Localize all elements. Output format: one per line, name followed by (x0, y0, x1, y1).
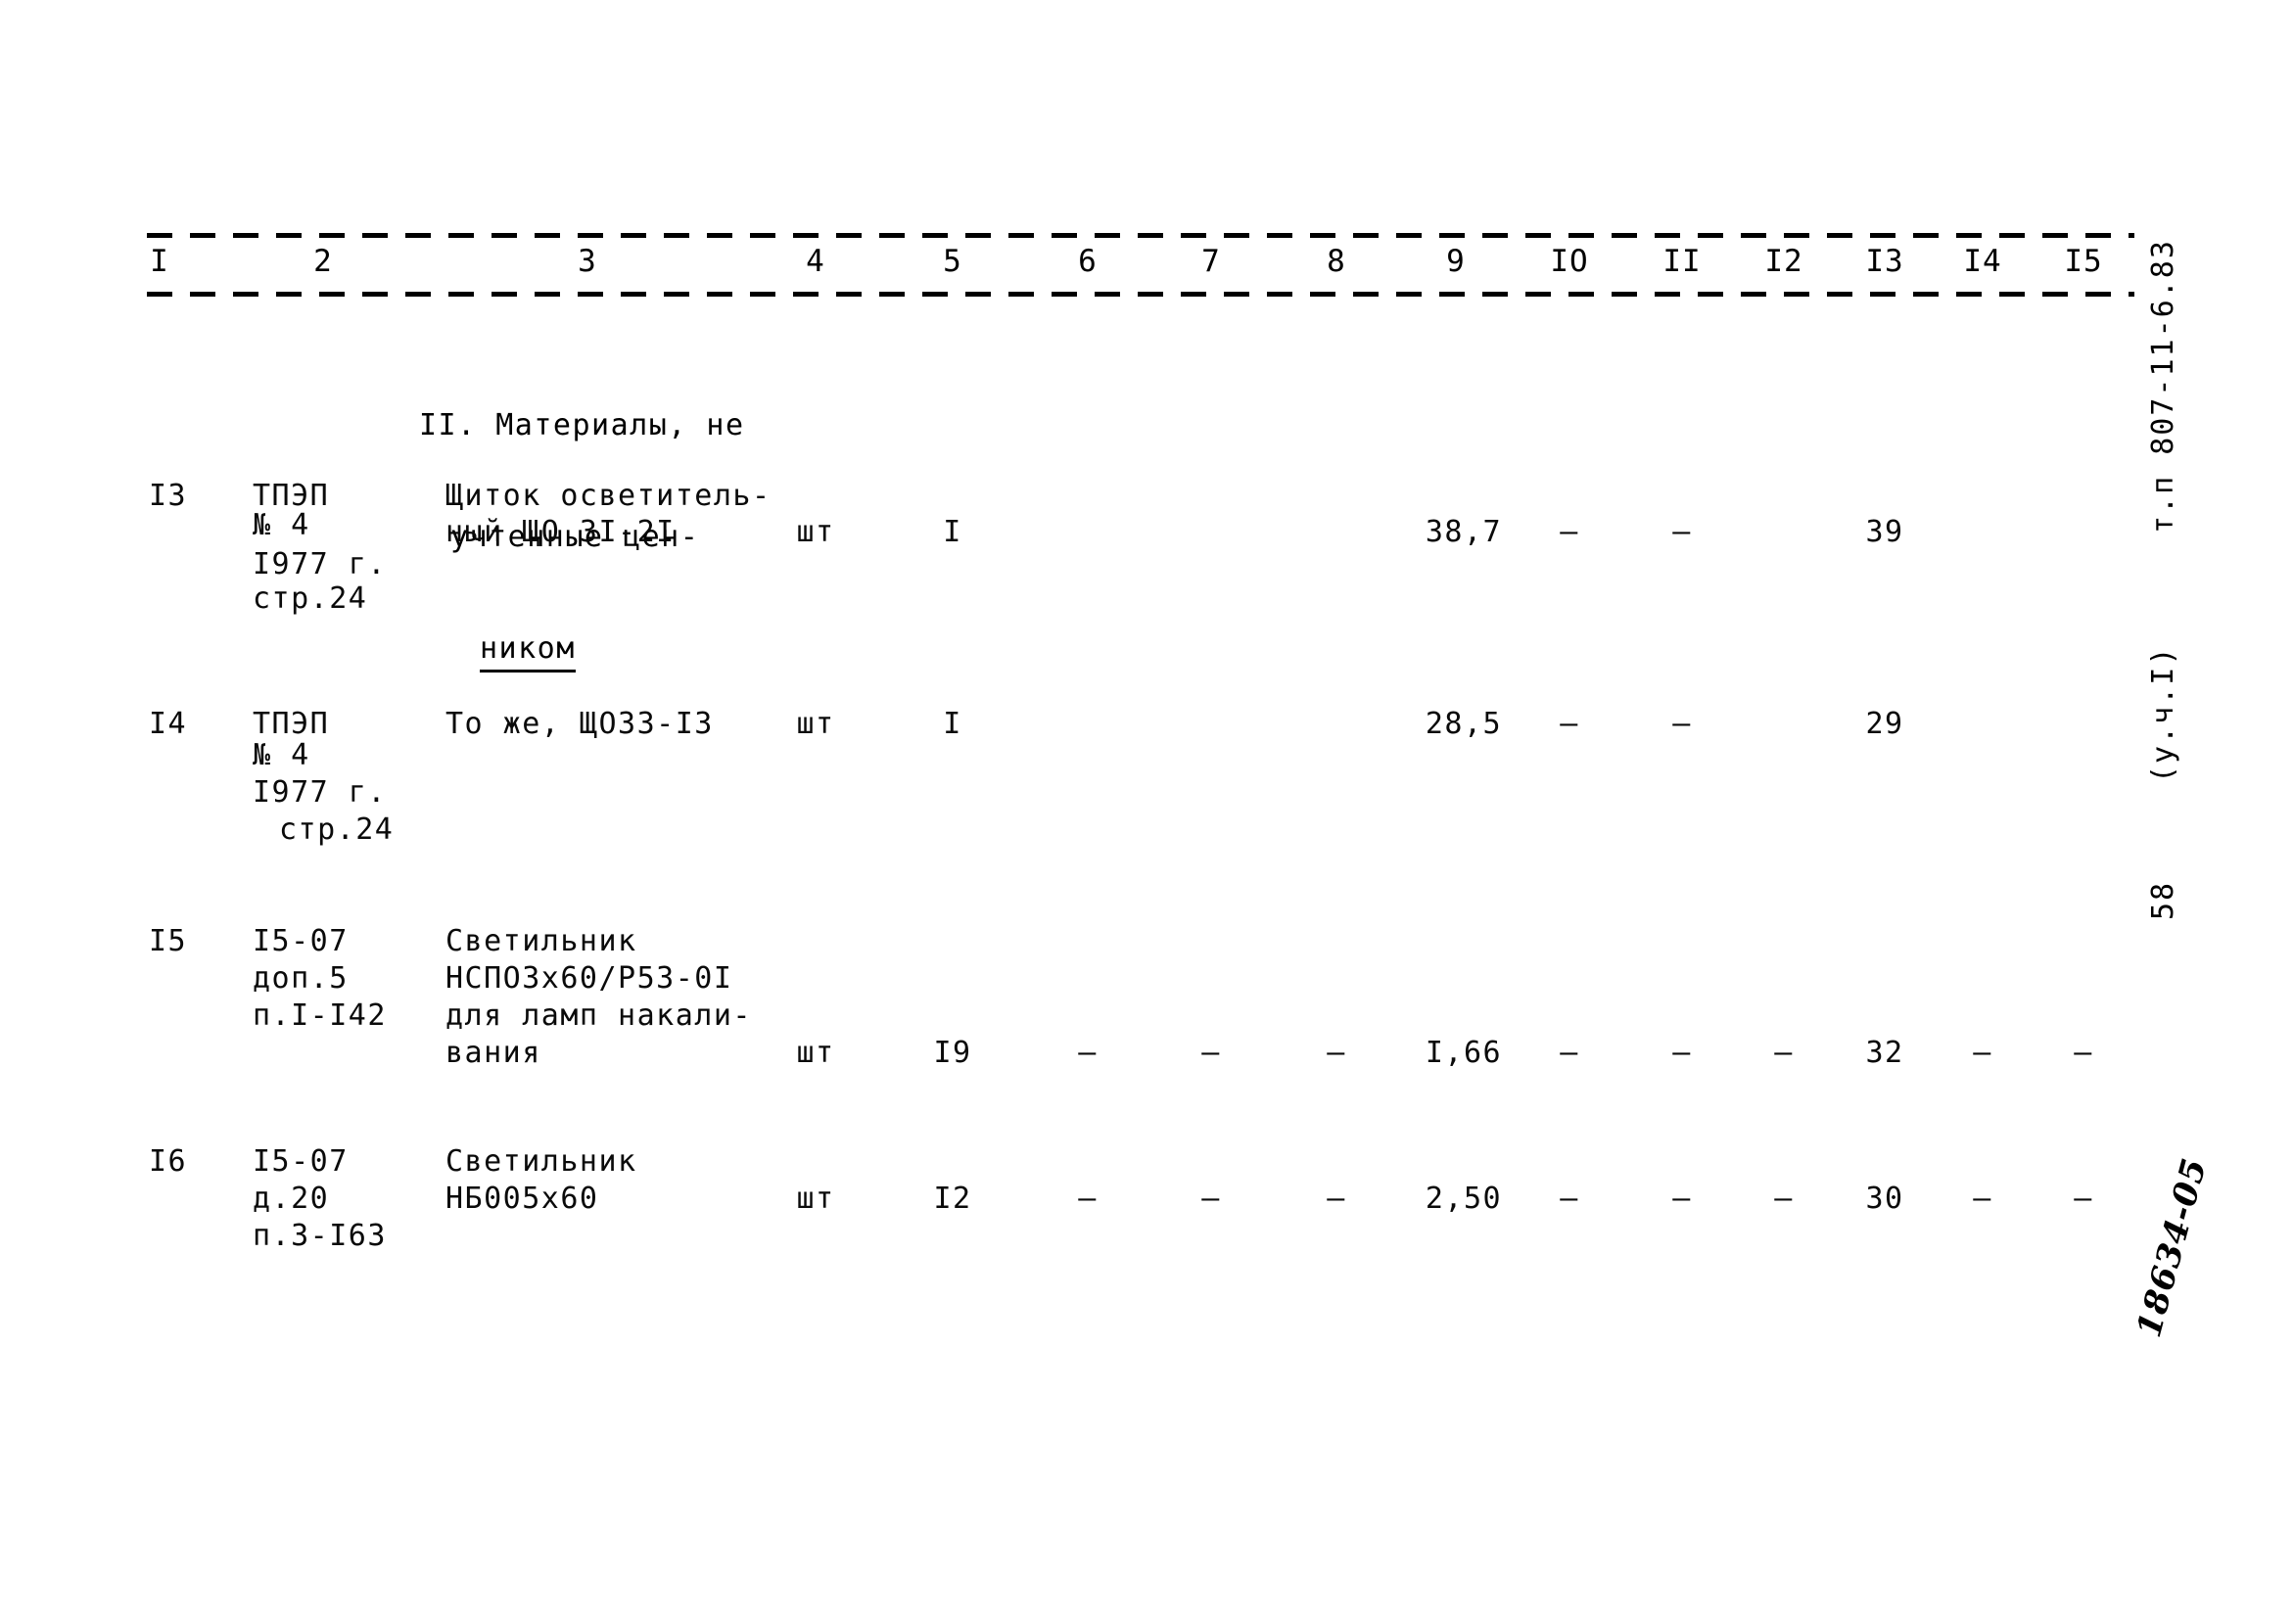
row-col14: — (1973, 1036, 1992, 1070)
row-col6: — (1078, 1182, 1098, 1216)
row-col13: 30 (1865, 1182, 1904, 1216)
section-heading-line-3: ником (480, 630, 576, 673)
row-col15: — (2074, 1182, 2093, 1216)
column-header-14: I4 (1963, 244, 2002, 279)
column-header-2: 2 (313, 244, 333, 279)
row-unit: шт (796, 1036, 835, 1070)
row-col10: — (1560, 515, 1579, 549)
header-rule-bottom (147, 292, 2134, 297)
row-source-line: № 4 (253, 508, 310, 542)
row-name-line: вания (445, 1036, 541, 1070)
margin-handwritten-id: 18634-05 (2129, 1153, 2216, 1342)
row-col10: — (1560, 1036, 1579, 1070)
row-number: I3 (149, 479, 188, 513)
row-source-line: стр.24 (279, 812, 395, 847)
row-col15: — (2074, 1036, 2093, 1070)
row-col10: — (1560, 1182, 1579, 1216)
column-header-4: 4 (806, 244, 825, 279)
row-col9: 38,7 (1425, 515, 1503, 549)
row-quantity: I (943, 515, 962, 549)
row-unit: шт (796, 707, 835, 741)
row-col13: 39 (1865, 515, 1904, 549)
row-col12: — (1774, 1036, 1794, 1070)
column-header-9: 9 (1446, 244, 1466, 279)
row-quantity: I9 (933, 1036, 972, 1070)
row-col13: 32 (1865, 1036, 1904, 1070)
margin-part-label: (у.ч.I) (2146, 645, 2180, 783)
row-col14: — (1973, 1182, 1992, 1216)
row-col9: I,66 (1425, 1036, 1503, 1070)
column-header-12: I2 (1764, 244, 1803, 279)
row-name-line: То же, ЩО33-I3 (445, 707, 714, 741)
row-col8: — (1327, 1182, 1346, 1216)
row-unit: шт (796, 1182, 835, 1216)
row-number: I4 (149, 707, 188, 741)
column-header-7: 7 (1201, 244, 1221, 279)
column-header-3: 3 (578, 244, 597, 279)
scanned-document-page: I 2 3 4 5 6 7 8 9 IO II I2 I3 I4 I5 II. … (0, 0, 2293, 1624)
column-header-10: IO (1550, 244, 1589, 279)
row-name-line: ный ЩО 3I-2I (445, 515, 676, 549)
row-quantity: I (943, 707, 962, 741)
row-col11: — (1672, 1182, 1692, 1216)
row-col7: — (1201, 1036, 1221, 1070)
header-rule-top (147, 233, 2134, 238)
row-col8: — (1327, 1036, 1346, 1070)
margin-document-code: т.п 807-11-6.83 (2146, 239, 2180, 534)
row-quantity: I2 (933, 1182, 972, 1216)
column-header-6: 6 (1078, 244, 1098, 279)
row-col11: — (1672, 515, 1692, 549)
row-col9: 28,5 (1425, 707, 1503, 741)
row-col12: — (1774, 1182, 1794, 1216)
row-number: I5 (149, 924, 188, 958)
column-header-11: II (1662, 244, 1702, 279)
row-number: I6 (149, 1144, 188, 1179)
row-col11: — (1672, 1036, 1692, 1070)
row-source-line: п.I-I42 (253, 998, 387, 1033)
row-col10: — (1560, 707, 1579, 741)
margin-page-number: 58 (2146, 880, 2180, 920)
row-source-line: стр.24 (253, 581, 368, 616)
section-heading-line-1: II. Материалы, не (419, 408, 745, 442)
row-col6: — (1078, 1036, 1098, 1070)
row-col9: 2,50 (1425, 1182, 1503, 1216)
row-unit: шт (796, 515, 835, 549)
column-header-5: 5 (943, 244, 962, 279)
row-col13: 29 (1865, 707, 1904, 741)
column-header-1: I (150, 244, 169, 279)
column-header-15: I5 (2064, 244, 2103, 279)
column-header-13: I3 (1865, 244, 1904, 279)
column-header-8: 8 (1327, 244, 1346, 279)
row-col11: — (1672, 707, 1692, 741)
row-col7: — (1201, 1182, 1221, 1216)
row-source-line: п.3-I63 (253, 1219, 387, 1253)
row-name-line: НБ005х60 (445, 1182, 599, 1216)
